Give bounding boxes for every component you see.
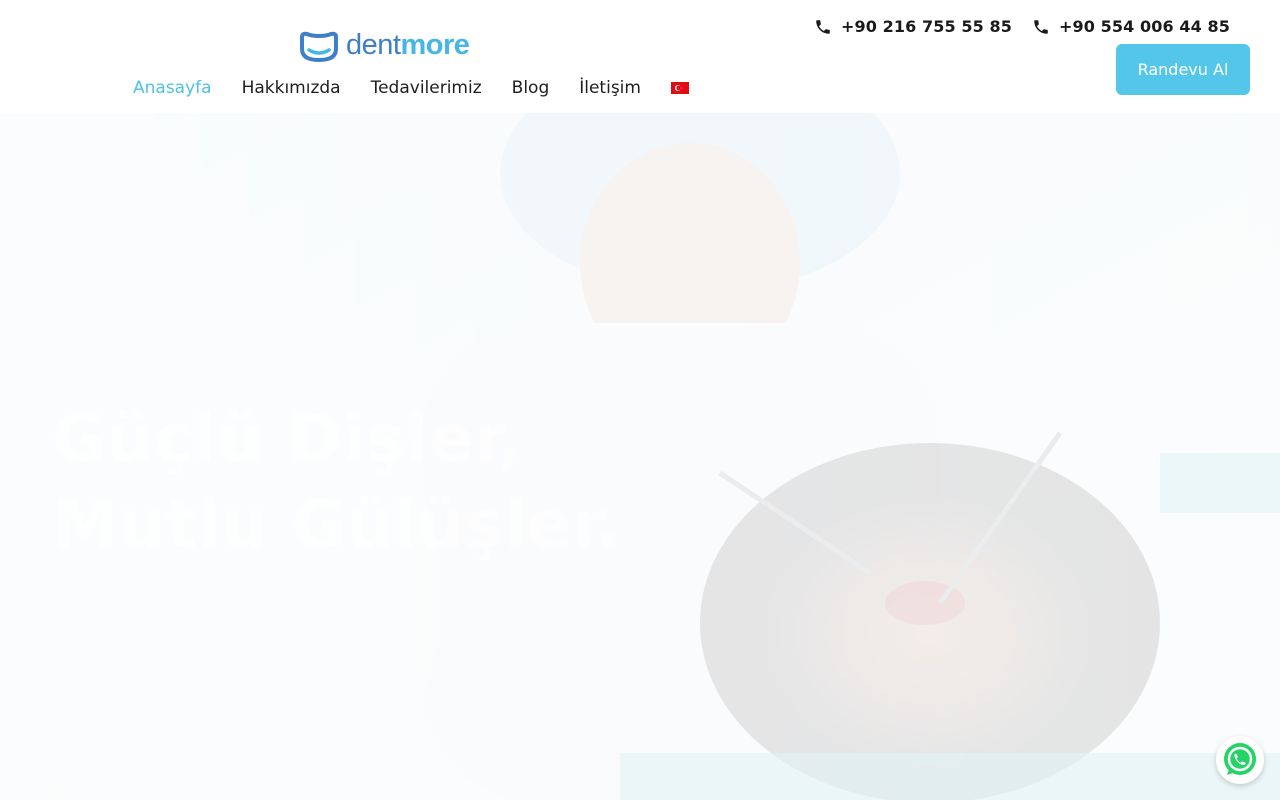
- nav-item-iletisim[interactable]: İletişim: [579, 76, 641, 100]
- nav-item-tedavilerimiz[interactable]: Tedavilerimiz: [371, 76, 482, 100]
- phone-number: +90 216 755 55 85: [841, 17, 1013, 36]
- logo-text-more: more: [400, 28, 470, 61]
- site-header: dentmore Anasayfa Hakkımızda Tedavilerim…: [0, 0, 1280, 113]
- main-nav: Anasayfa Hakkımızda Tedavilerimiz Blog İ…: [133, 76, 689, 100]
- logo-text-dent: dent: [346, 28, 401, 61]
- tooth-logo-icon: [300, 31, 338, 62]
- contact-phone-2[interactable]: +90 554 006 44 85: [1032, 17, 1230, 36]
- contact-phone-1[interactable]: +90 216 755 55 85: [814, 17, 1012, 36]
- hero-section: Güçlü Dişler, Mutlu Gülüşler.: [0, 113, 1280, 800]
- contact-bar: +90 216 755 55 85 +90 554 006 44 85: [794, 17, 1230, 36]
- hero-heading-line-1: Güçlü Dişler,: [52, 400, 524, 477]
- phone-number: +90 554 006 44 85: [1059, 17, 1230, 36]
- nav-item-hakkimizda[interactable]: Hakkımızda: [242, 76, 341, 100]
- nav-item-blog[interactable]: Blog: [512, 76, 550, 100]
- phone-icon: [816, 19, 830, 34]
- appointment-button[interactable]: Randevu Al: [1116, 44, 1250, 95]
- hero-heading-line-2: Mutlu Gülüşler.: [52, 486, 622, 563]
- logo-wordmark: dentmore: [346, 28, 470, 61]
- phone-icon: [1034, 19, 1048, 34]
- site-logo[interactable]: dentmore: [298, 28, 470, 64]
- hero-heading: Güçlü Dişler, Mutlu Gülüşler.: [52, 396, 622, 568]
- whatsapp-icon: [1224, 743, 1256, 775]
- whatsapp-button[interactable]: [1216, 736, 1264, 784]
- turkey-flag-icon[interactable]: [670, 82, 689, 94]
- nav-item-anasayfa[interactable]: Anasayfa: [133, 76, 212, 100]
